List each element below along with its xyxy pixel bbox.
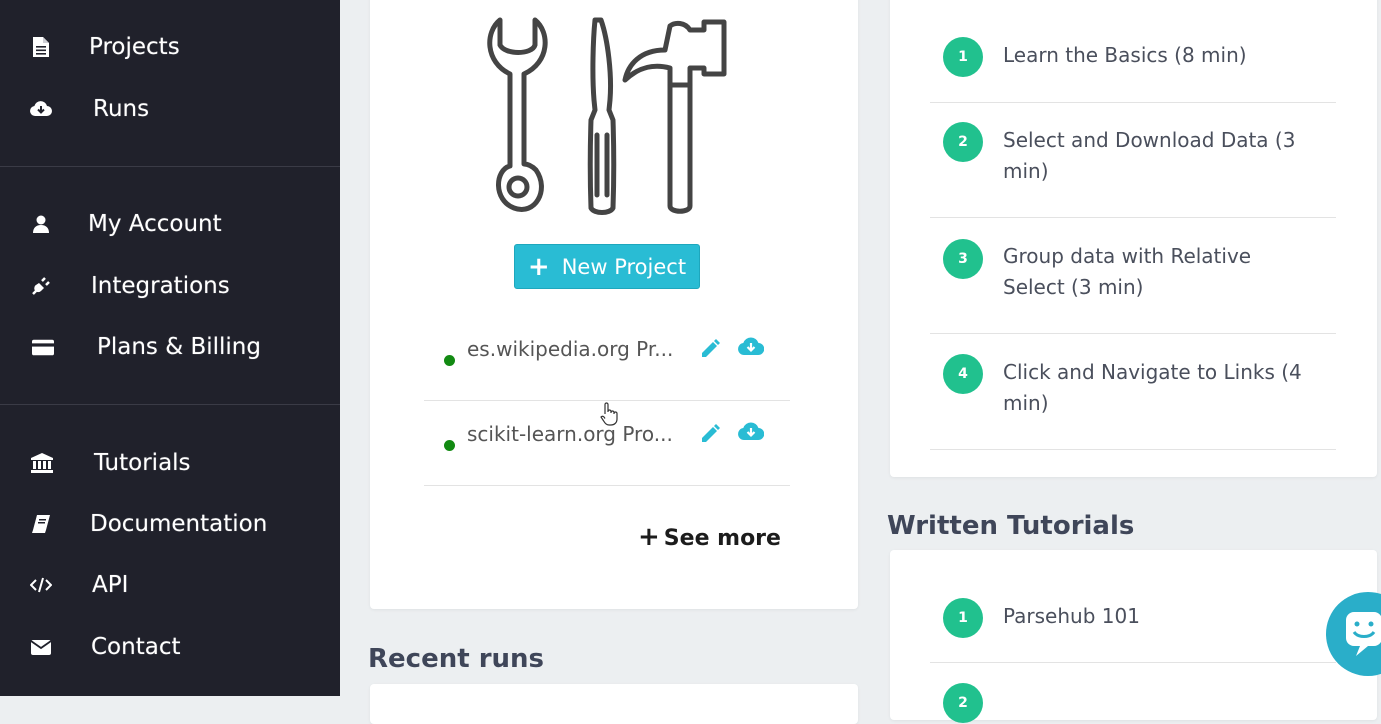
sidebar-item-integrations[interactable]: Integrations xyxy=(0,261,340,311)
chat-bubble-icon xyxy=(1344,610,1381,662)
pencil-icon[interactable] xyxy=(700,424,720,448)
step-link[interactable]: Group data with Relative Select (3 min) xyxy=(1003,241,1303,303)
divider xyxy=(930,449,1336,450)
divider xyxy=(930,662,1336,663)
step-number-badge: 4 xyxy=(943,354,983,394)
step-number-badge: 1 xyxy=(943,37,983,77)
cloud-download-icon[interactable] xyxy=(738,337,765,361)
sidebar-item-label: Documentation xyxy=(90,511,268,537)
status-dot xyxy=(444,440,455,451)
new-project-label: New Project xyxy=(561,254,687,279)
sidebar-item-contact[interactable]: Contact xyxy=(0,622,340,672)
envelope-icon xyxy=(30,636,52,658)
cloud-download-icon[interactable] xyxy=(738,422,765,446)
sidebar-item-documentation[interactable]: Documentation xyxy=(0,499,340,549)
sidebar-item-tutorials[interactable]: Tutorials xyxy=(0,438,340,488)
sidebar-item-label: Contact xyxy=(91,634,181,660)
written-tutorials-title: Written Tutorials xyxy=(887,511,1135,541)
sidebar-item-api[interactable]: API xyxy=(0,560,340,610)
recent-runs-title: Recent runs xyxy=(368,644,545,674)
divider xyxy=(930,333,1336,334)
credit-card-icon xyxy=(32,336,54,358)
divider xyxy=(930,102,1336,103)
step-link[interactable]: Click and Navigate to Links (4 min) xyxy=(1003,357,1303,419)
plus-icon: + xyxy=(527,251,550,282)
project-name[interactable]: scikit-learn.org Pro... xyxy=(467,422,673,446)
recent-runs-card xyxy=(370,684,858,724)
pencil-icon[interactable] xyxy=(700,339,720,363)
see-more-label: See more xyxy=(663,526,781,551)
step-link[interactable]: Learn the Basics (8 min) xyxy=(1003,40,1303,71)
divider xyxy=(424,485,790,486)
sidebar-item-my-account[interactable]: My Account xyxy=(0,199,340,249)
project-row[interactable]: es.wikipedia.org Pr... xyxy=(424,315,790,400)
cloud-download-icon xyxy=(30,98,52,120)
sidebar-item-projects[interactable]: Projects xyxy=(0,22,340,72)
plus-icon: + xyxy=(638,522,660,552)
sidebar-item-plans-billing[interactable]: Plans & Billing xyxy=(0,322,340,372)
hand-cursor-icon xyxy=(600,402,618,430)
project-name[interactable]: es.wikipedia.org Pr... xyxy=(467,337,673,361)
step-link[interactable]: Select and Download Data (3 min) xyxy=(1003,125,1303,187)
tools-illustration xyxy=(480,10,740,224)
sidebar-divider xyxy=(0,166,340,167)
book-icon xyxy=(30,513,52,535)
step-number-badge: 2 xyxy=(943,683,983,723)
sidebar-item-label: Integrations xyxy=(91,273,230,299)
step-number-badge: 2 xyxy=(943,122,983,162)
sidebar-item-label: Projects xyxy=(89,34,180,60)
sidebar-item-runs[interactable]: Runs xyxy=(0,84,340,134)
sidebar-item-label: Runs xyxy=(93,96,150,122)
university-icon xyxy=(31,452,53,474)
status-dot xyxy=(444,355,455,366)
code-icon xyxy=(30,574,52,596)
step-number-badge: 1 xyxy=(943,598,983,638)
step-link[interactable]: Parsehub 101 xyxy=(1003,601,1303,632)
sidebar: Projects Runs My Account Integrations Pl… xyxy=(0,0,340,696)
user-icon xyxy=(30,213,52,235)
sidebar-item-label: My Account xyxy=(88,211,222,237)
sidebar-item-label: Tutorials xyxy=(94,450,191,476)
sidebar-item-label: Plans & Billing xyxy=(97,334,261,360)
new-project-button[interactable]: + New Project xyxy=(514,244,700,289)
see-more-link[interactable]: + See more xyxy=(638,522,781,552)
sidebar-divider xyxy=(0,404,340,405)
plug-icon xyxy=(30,275,52,297)
file-icon xyxy=(30,36,52,58)
divider xyxy=(930,217,1336,218)
sidebar-item-label: API xyxy=(92,572,129,598)
step-number-badge: 3 xyxy=(943,239,983,279)
